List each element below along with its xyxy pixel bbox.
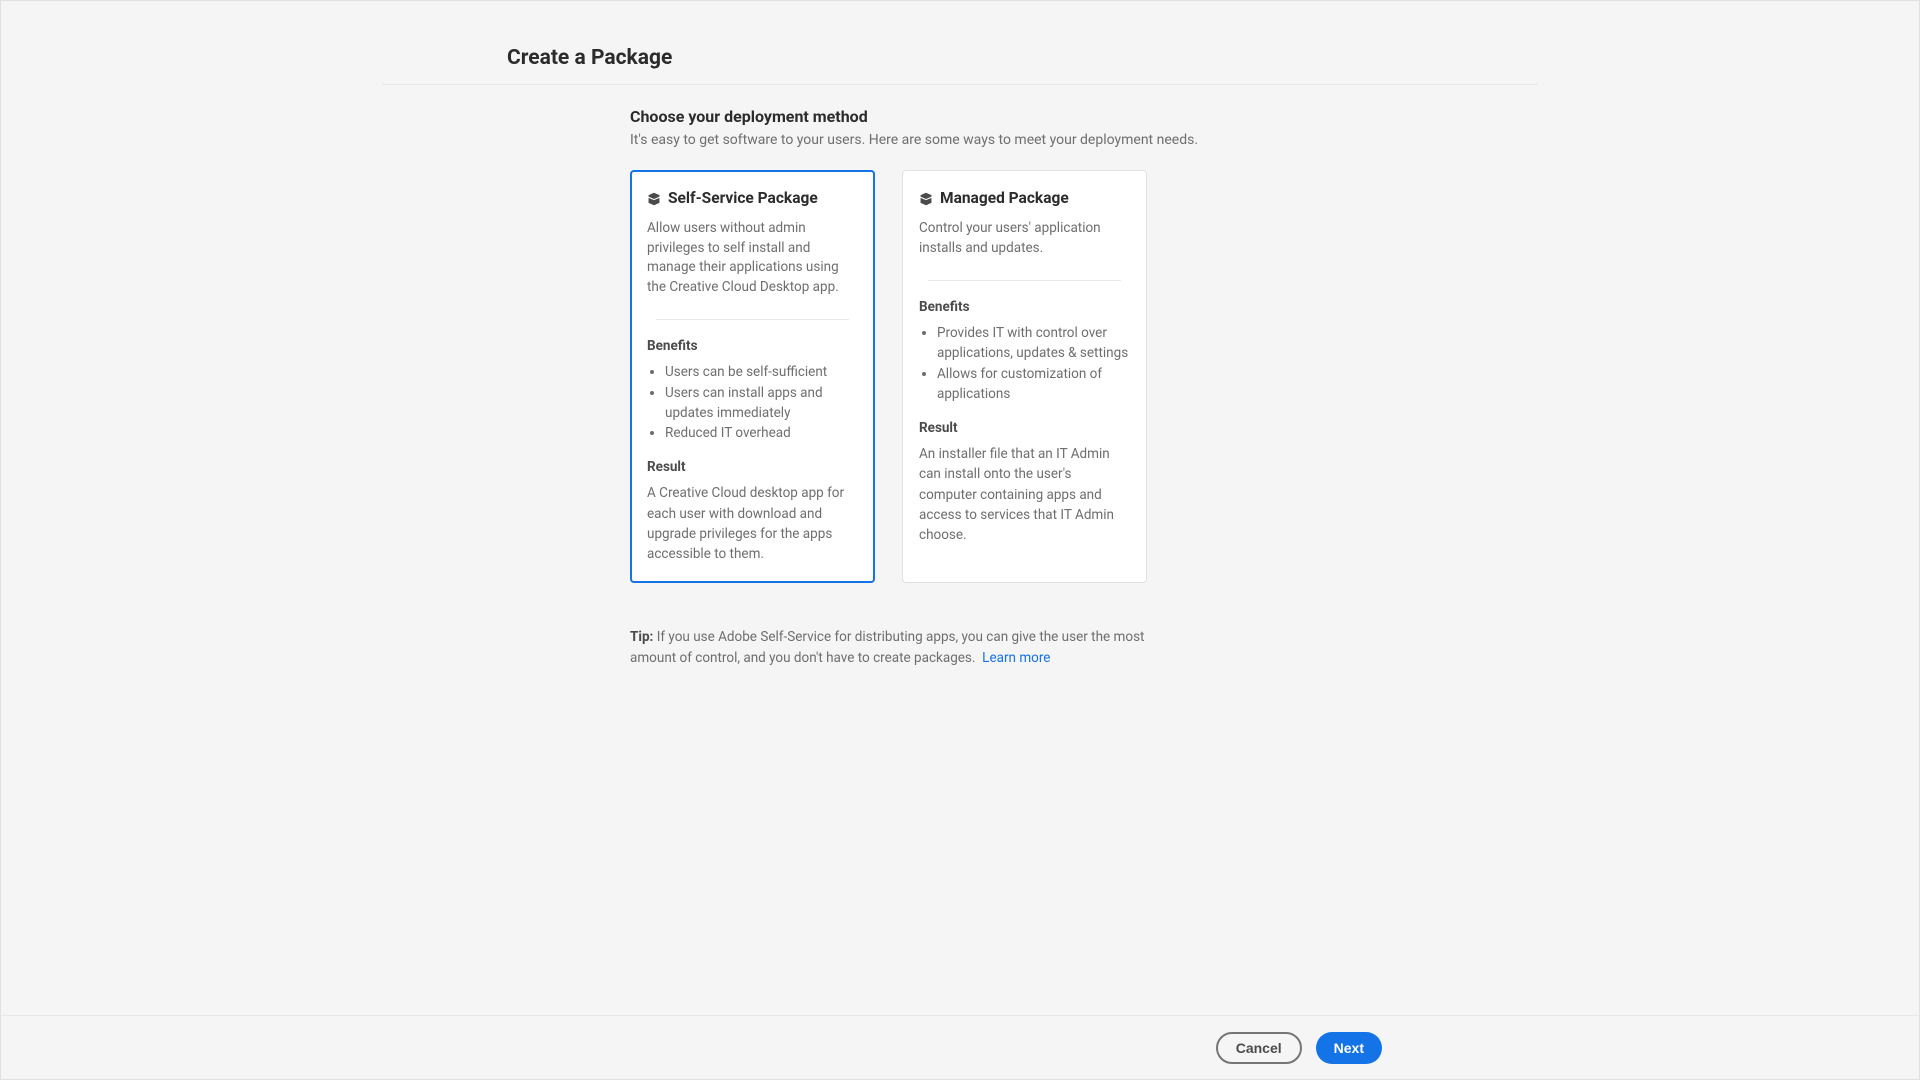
result-text-self-service: A Creative Cloud desktop app for each us… (647, 483, 858, 564)
card-desc-self-service: Allow users without admin privileges to … (647, 219, 858, 297)
result-text-managed: An installer file that an IT Admin can i… (919, 444, 1130, 545)
cancel-button[interactable]: Cancel (1216, 1032, 1302, 1064)
result-label: Result (919, 420, 1130, 436)
section-subtitle: It's easy to get software to your users.… (630, 132, 1538, 148)
page-frame: Create a Package Choose your deployment … (0, 0, 1920, 1080)
section-title: Choose your deployment method (630, 107, 1538, 126)
benefit-item: Allows for customization of applications (937, 364, 1130, 405)
tip-label: Tip: (630, 629, 657, 645)
body-area: Choose your deployment method It's easy … (382, 107, 1538, 668)
benefits-label: Benefits (919, 299, 1130, 315)
divider (656, 319, 849, 320)
learn-more-link[interactable]: Learn more (982, 650, 1050, 666)
header-row: Create a Package (382, 46, 1538, 85)
card-desc-managed: Control your users' application installs… (919, 219, 1130, 258)
benefits-label: Benefits (647, 338, 858, 354)
footer-inner: Cancel Next (382, 1016, 1538, 1079)
footer: Cancel Next (1, 1015, 1919, 1079)
card-managed[interactable]: Managed Package Control your users' appl… (902, 170, 1147, 583)
package-icon (647, 191, 661, 205)
card-title-row: Managed Package (919, 189, 1130, 207)
tip-text: If you use Adobe Self-Service for distri… (630, 629, 1144, 665)
benefit-item: Users can be self-sufficient (665, 362, 858, 382)
next-button[interactable]: Next (1316, 1032, 1382, 1064)
card-title-managed: Managed Package (940, 189, 1069, 207)
benefit-item: Reduced IT overhead (665, 423, 858, 443)
divider (928, 280, 1121, 281)
card-title-self-service: Self-Service Package (668, 189, 818, 207)
benefit-item: Users can install apps and updates immed… (665, 383, 858, 424)
benefits-list-managed: Provides IT with control over applicatio… (919, 323, 1130, 404)
card-title-row: Self-Service Package (647, 189, 858, 207)
page-title: Create a Package (507, 46, 1538, 70)
package-icon (919, 191, 933, 205)
deployment-cards: Self-Service Package Allow users without… (630, 170, 1538, 583)
benefit-item: Provides IT with control over applicatio… (937, 323, 1130, 364)
tip-row: Tip: If you use Adobe Self-Service for d… (630, 627, 1150, 668)
result-label: Result (647, 459, 858, 475)
card-self-service[interactable]: Self-Service Package Allow users without… (630, 170, 875, 583)
benefits-list-self-service: Users can be self-sufficient Users can i… (647, 362, 858, 443)
content: Create a Package Choose your deployment … (382, 1, 1538, 668)
